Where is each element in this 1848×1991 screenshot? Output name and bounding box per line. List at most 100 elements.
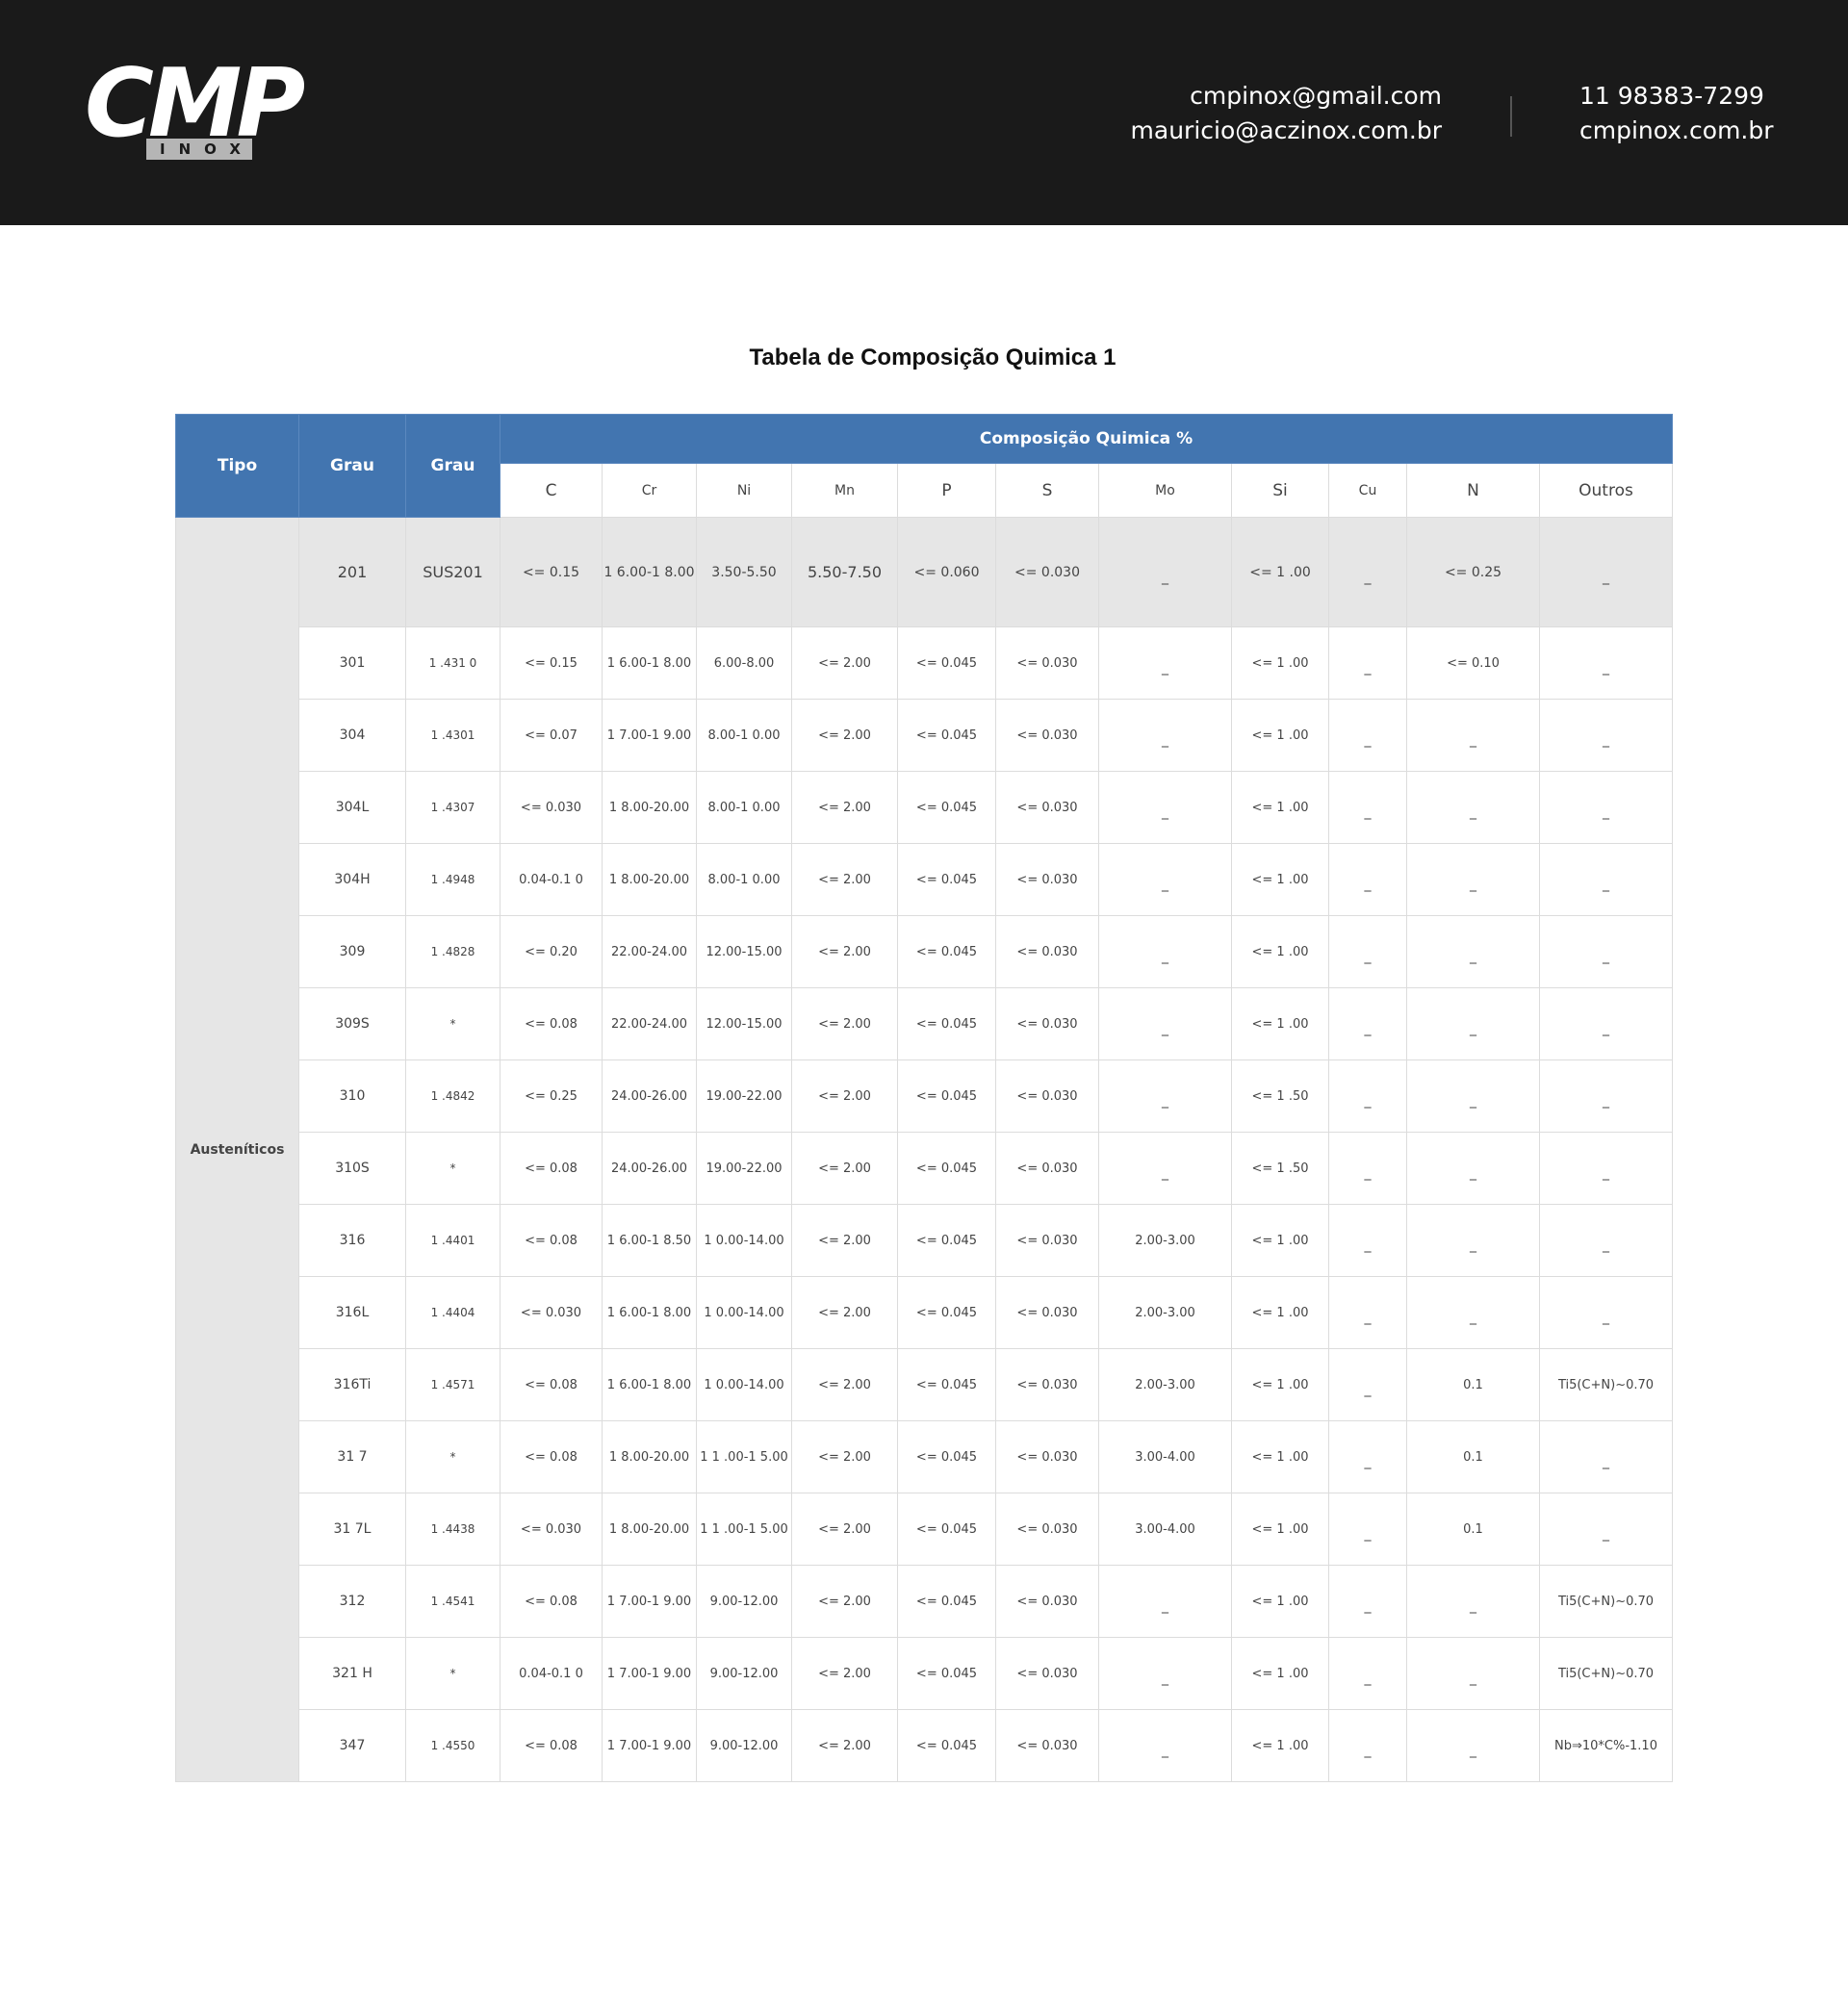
table-cell: <= 2.00 [791,843,898,916]
table-cell: _ [1098,1132,1232,1205]
table-cell: <= 0.25 [500,1059,603,1133]
table-cell: <= 0.045 [897,915,996,988]
table-row: 31 7 * <= 0.08 1 8.00-20.00 1 1 .00-1 5.00 <=… [176,1420,1673,1493]
table-cell: 0.1 [1406,1420,1540,1493]
table-cell: _ [1406,1637,1540,1710]
table-row: 316Ti 1 .4571 <= 0.08 1 6.00-1 8.00 1 0.00-1… [176,1348,1673,1421]
table-cell: 316L [298,1276,406,1349]
table-cell: _ [1328,1637,1407,1710]
company-logo[interactable]: CMP INOX [85,57,305,164]
table-row: 31 7L 1 .4438 <= 0.030 1 8.00-20.00 1 1 .00-… [176,1493,1673,1566]
table-cell: 312 [298,1565,406,1638]
table-cell: 2.00-3.00 [1098,1348,1232,1421]
table-cell: <= 0.030 [995,843,1099,916]
table-cell: <= 1 .00 [1231,1276,1329,1349]
table-cell: <= 0.030 [995,626,1099,700]
email-link[interactable]: mauricio@aczinox.com.br [1131,114,1442,148]
table-cell: <= 0.030 [995,1637,1099,1710]
table-cell: <= 0.030 [995,1565,1099,1638]
table-cell: _ [1098,843,1232,916]
table-cell: <= 1 .00 [1231,1709,1329,1782]
table-cell: <= 1 .50 [1231,1132,1329,1205]
table-cell: <= 2.00 [791,699,898,772]
table-cell: <= 1 .00 [1231,915,1329,988]
table-cell: _ [1328,1204,1407,1277]
table-cell: Ti5(C+N)~0.70 [1539,1565,1673,1638]
table-cell: _ [1539,626,1673,700]
table-cell: _ [1328,1420,1407,1493]
table-cell: <= 0.10 [1406,626,1540,700]
table-cell: <= 0.030 [995,1493,1099,1566]
table-cell: _ [1328,1132,1407,1205]
table-cell: <= 1 .00 [1231,1565,1329,1638]
table-cell: _ [1098,1709,1232,1782]
table-cell: <= 0.030 [995,1132,1099,1205]
table-cell: _ [1539,843,1673,916]
table-cell: _ [1328,1709,1407,1782]
table-cell: 1 .4307 [405,771,500,844]
table-cell: _ [1406,843,1540,916]
table-cell: 304H [298,843,406,916]
table-cell: 316Ti [298,1348,406,1421]
table-cell: <= 0.08 [500,1420,603,1493]
table-cell: _ [1098,626,1232,700]
table-cell: 3.00-4.00 [1098,1420,1232,1493]
table-cell: <= 0.045 [897,1059,996,1133]
header-col-c: C [500,463,603,518]
header-grau-2: Grau [405,414,500,518]
table-cell: _ [1328,699,1407,772]
table-cell: 347 [298,1709,406,1782]
table-cell: 3.00-4.00 [1098,1493,1232,1566]
table-cell: SUS201 [405,517,500,627]
composition-table: Tipo Grau Grau Composição Quimica % C Cr… [175,414,1673,1782]
table-cell: <= 1 .00 [1231,987,1329,1060]
table-cell: 24.00-26.00 [602,1059,697,1133]
header-col-cr: Cr [602,463,697,518]
table-cell: 8.00-1 0.00 [696,699,792,772]
table-cell: 8.00-1 0.00 [696,771,792,844]
table-cell: 1 8.00-20.00 [602,771,697,844]
table-cell: 0.1 [1406,1493,1540,1566]
table-cell: 1 .4541 [405,1565,500,1638]
table-cell: 1 6.00-1 8.00 [602,626,697,700]
table-cell: <= 2.00 [791,1059,898,1133]
table-cell: _ [1539,915,1673,988]
header-divider [1510,96,1512,137]
table-row: 301 1 .431 0 <= 0.15 1 6.00-1 8.00 6.00-8.00… [176,626,1673,700]
table-cell: <= 0.045 [897,1276,996,1349]
table-cell: <= 0.08 [500,1132,603,1205]
table-cell: <= 0.15 [500,626,603,700]
table-cell: _ [1539,771,1673,844]
table-cell: <= 0.08 [500,1709,603,1782]
header-col-cu: Cu [1328,463,1407,518]
table-cell: 9.00-12.00 [696,1709,792,1782]
table-row: 309S * <= 0.08 22.00-24.00 12.00-15.00 <= 2.0… [176,987,1673,1060]
table-cell: _ [1406,699,1540,772]
table-cell: 1 .4948 [405,843,500,916]
phone-number[interactable]: 11 98383-7299 [1579,79,1774,114]
table-cell: <= 2.00 [791,1204,898,1277]
table-cell: 31 7L [298,1493,406,1566]
table-cell: _ [1539,1204,1673,1277]
table-cell: <= 0.030 [500,771,603,844]
table-cell: _ [1406,1132,1540,1205]
table-cell: <= 0.045 [897,1709,996,1782]
table-cell: 9.00-12.00 [696,1637,792,1710]
website-link[interactable]: cmpinox.com.br [1579,114,1774,148]
table-cell: _ [1328,1565,1407,1638]
table-cell: _ [1539,1420,1673,1493]
header-col-mo: Mo [1098,463,1232,518]
table-cell: <= 2.00 [791,1420,898,1493]
table-cell: Ti5(C+N)~0.70 [1539,1348,1673,1421]
table-cell: 304 [298,699,406,772]
table-cell: <= 0.045 [897,843,996,916]
email-link[interactable]: cmpinox@gmail.com [1131,79,1442,114]
table-cell: <= 1 .00 [1231,1493,1329,1566]
table-cell: 6.00-8.00 [696,626,792,700]
table-cell: 12.00-15.00 [696,915,792,988]
table-cell: <= 2.00 [791,1348,898,1421]
header-tipo: Tipo [175,414,299,518]
table-cell: <= 2.00 [791,771,898,844]
table-cell: 1 1 .00-1 5.00 [696,1420,792,1493]
logo-sub-text: INOX [146,139,252,160]
